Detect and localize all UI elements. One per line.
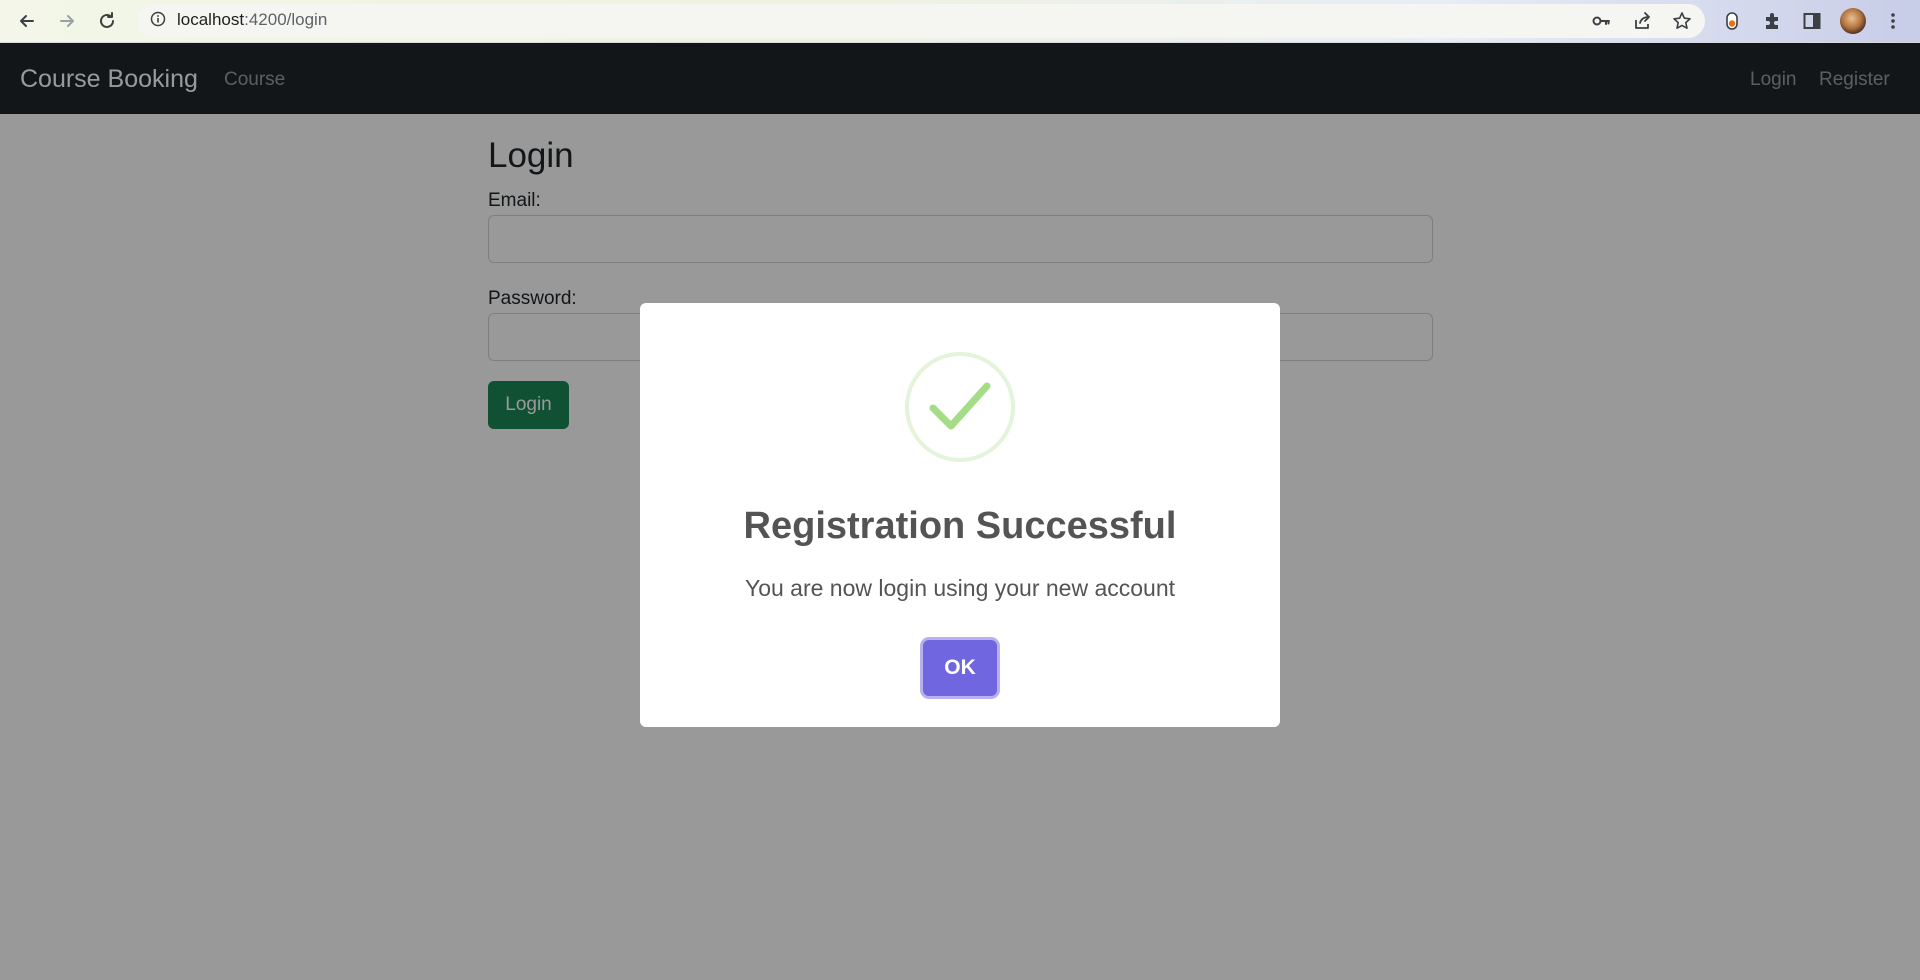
modal-title: Registration Successful (743, 505, 1177, 547)
success-check-icon (905, 352, 1015, 462)
key-icon[interactable] (1590, 10, 1612, 32)
reload-icon[interactable] (92, 6, 122, 36)
profile-avatar[interactable] (1840, 8, 1866, 34)
share-icon[interactable] (1631, 10, 1653, 32)
success-modal: Registration Successful You are now logi… (640, 303, 1280, 727)
url-text[interactable]: localhost:4200/login (177, 10, 327, 30)
kebab-menu-icon[interactable] (1882, 10, 1904, 32)
url-path: :4200/login (244, 10, 328, 29)
browser-toolbar: localhost:4200/login (0, 0, 1920, 43)
back-arrow-icon[interactable] (12, 6, 42, 36)
site-info-icon[interactable] (150, 11, 166, 27)
url-host: localhost (177, 10, 245, 29)
forward-arrow-icon[interactable] (52, 6, 82, 36)
extension-toggle-icon[interactable] (1721, 10, 1743, 32)
address-bar[interactable] (137, 4, 1705, 38)
puzzle-extensions-icon[interactable] (1761, 10, 1783, 32)
modal-message: You are now login using your new account (744, 575, 1176, 601)
ok-button[interactable]: OK (923, 640, 997, 696)
side-panel-icon[interactable] (1801, 10, 1823, 32)
bookmark-star-icon[interactable] (1671, 10, 1693, 32)
